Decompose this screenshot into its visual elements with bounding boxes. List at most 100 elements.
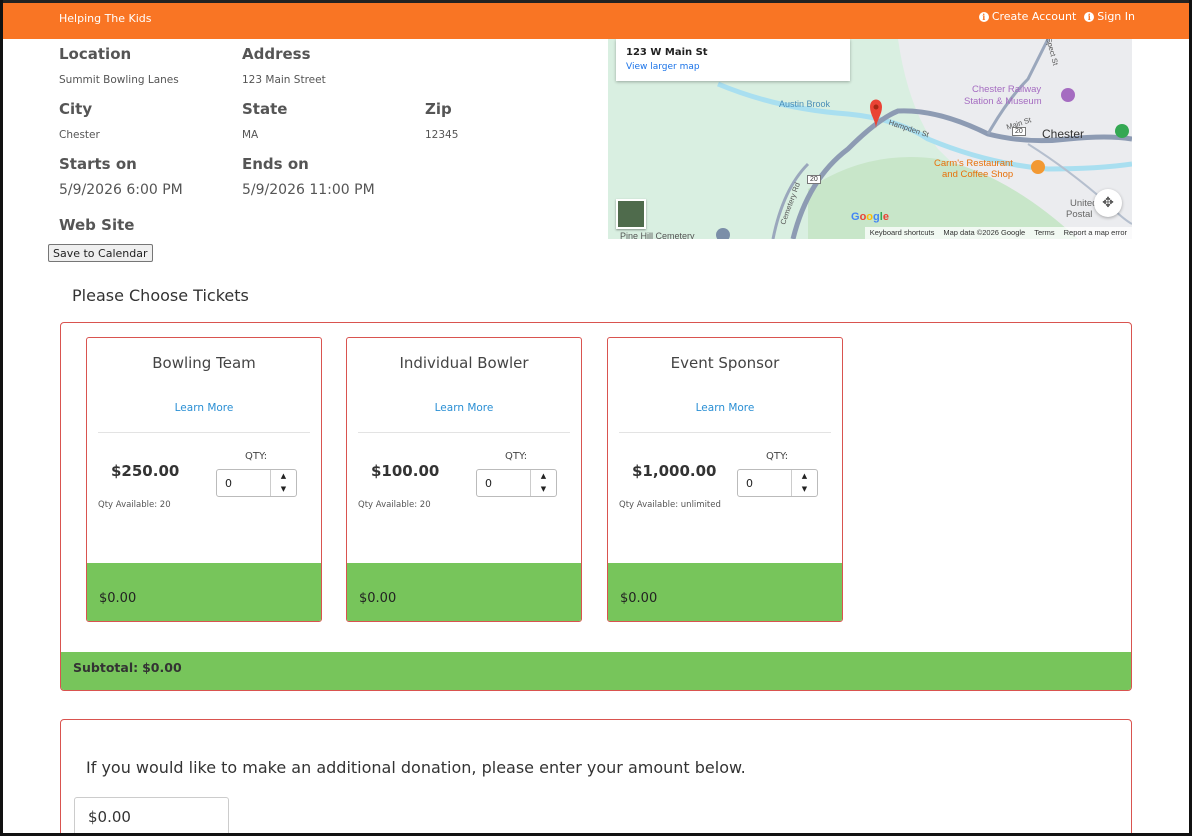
satellite-toggle[interactable]: [616, 199, 646, 229]
increment-arrow-icon[interactable]: ▲: [271, 470, 296, 483]
ticket-total: $0.00: [99, 591, 137, 606]
ticket-card: Individual Bowler Learn More $100.00 Qty…: [346, 337, 582, 622]
map-label-chester: Chester: [1042, 127, 1085, 141]
ticket-price: $100.00: [371, 462, 440, 480]
learn-more-link[interactable]: Learn More: [608, 402, 842, 414]
tickets-panel: Bowling Team Learn More $250.00 Qty Avai…: [60, 322, 1132, 691]
tickets-heading: Please Choose Tickets: [72, 286, 249, 305]
address-value: 123 Main Street: [242, 74, 326, 86]
map-address: 123 W Main St: [626, 47, 708, 58]
city-label: City: [59, 100, 93, 118]
ticket-name: Event Sponsor: [670, 354, 780, 372]
ticket-total: $0.00: [359, 591, 397, 606]
map-info-card: 123 W Main St View larger map: [616, 39, 850, 81]
learn-more-link[interactable]: Learn More: [347, 402, 581, 414]
zip-field: Zip 12345: [425, 100, 458, 141]
map-data-attribution: Map data ©2026 Google: [943, 228, 1026, 237]
ticket-total-bar: $0.00: [608, 563, 842, 621]
map-label-restaurant-line1: Carm's Restaurant: [934, 158, 1013, 169]
location-field: Location Summit Bowling Lanes: [59, 45, 179, 86]
account-nav: i Create Account i Sign In: [978, 10, 1135, 23]
increment-arrow-icon[interactable]: ▲: [531, 470, 556, 483]
quantity-input[interactable]: [738, 470, 792, 496]
sign-in-label: Sign In: [1097, 10, 1135, 23]
qty-label: QTY:: [766, 451, 789, 462]
map-pan-control-icon[interactable]: ✥: [1094, 189, 1122, 217]
park-icon[interactable]: [1115, 124, 1129, 138]
restaurant-icon[interactable]: [1031, 160, 1045, 174]
divider: [98, 432, 310, 433]
state-value: MA: [242, 129, 259, 141]
qty-label: QTY:: [245, 451, 268, 462]
decrement-arrow-icon[interactable]: ▼: [271, 483, 296, 496]
ends-field: Ends on 5/9/2026 11:00 PM: [242, 155, 375, 198]
museum-icon[interactable]: [1061, 88, 1075, 102]
top-nav-bar: Helping The Kids i Create Account i Sign…: [0, 0, 1192, 39]
route-20-shield-east: 20: [1012, 127, 1026, 136]
google-logo: Google: [851, 211, 889, 223]
quantity-stepper: ▲ ▼: [737, 469, 818, 497]
state-field: State MA: [242, 100, 287, 141]
map-label-austin-brook: Austin Brook: [779, 99, 831, 109]
ticket-card: Bowling Team Learn More $250.00 Qty Avai…: [86, 337, 322, 622]
map-embed[interactable]: Austin Brook Chester Railway Station & M…: [608, 39, 1132, 239]
qty-available: Qty Available: unlimited: [619, 500, 721, 510]
divider: [358, 432, 570, 433]
create-account-link[interactable]: i Create Account: [978, 10, 1077, 23]
starts-label: Starts on: [59, 155, 137, 173]
view-larger-map-link[interactable]: View larger map: [626, 62, 840, 72]
create-account-label: Create Account: [991, 10, 1077, 23]
city-value: Chester: [59, 129, 100, 141]
sign-in-link[interactable]: i Sign In: [1084, 10, 1135, 23]
save-to-calendar-button[interactable]: Save to Calendar: [48, 244, 153, 262]
report-map-error-link[interactable]: Report a map error: [1064, 228, 1127, 238]
brand-link[interactable]: Helping The Kids: [59, 12, 152, 25]
subtotal-bar: Subtotal: $0.00: [61, 652, 1131, 690]
website-label: Web Site: [59, 216, 135, 234]
ends-value: 5/9/2026 11:00 PM: [242, 182, 375, 198]
increment-arrow-icon[interactable]: ▲: [792, 470, 817, 483]
ticket-total-bar: $0.00: [87, 563, 321, 621]
zip-label: Zip: [425, 100, 452, 118]
route-20-shield: 20: [807, 175, 821, 184]
info-icon: i: [978, 11, 989, 22]
quantity-stepper: ▲ ▼: [476, 469, 557, 497]
map-label-restaurant-line2: and Coffee Shop: [942, 169, 1014, 180]
keyboard-shortcuts-link[interactable]: Keyboard shortcuts: [870, 228, 935, 238]
decrement-arrow-icon[interactable]: ▼: [531, 483, 556, 496]
qty-label: QTY:: [505, 451, 528, 462]
decrement-arrow-icon[interactable]: ▼: [792, 483, 817, 496]
address-field: Address 123 Main Street: [242, 45, 326, 86]
location-value: Summit Bowling Lanes: [59, 74, 179, 86]
spinner: ▲ ▼: [530, 470, 556, 496]
quantity-stepper: ▲ ▼: [216, 469, 297, 497]
donation-panel: If you would like to make an additional …: [60, 719, 1132, 836]
spinner: ▲ ▼: [791, 470, 817, 496]
qty-available: Qty Available: 20: [98, 500, 171, 510]
address-label: Address: [242, 45, 311, 63]
ticket-total-bar: $0.00: [347, 563, 581, 621]
donation-prompt: If you would like to make an additional …: [86, 758, 746, 777]
starts-value: 5/9/2026 6:00 PM: [59, 182, 183, 198]
donation-amount-input[interactable]: [74, 797, 229, 836]
ticket-name: Bowling Team: [152, 354, 256, 372]
qty-available: Qty Available: 20: [358, 500, 431, 510]
divider: [619, 432, 831, 433]
map-label-railway-line2: Station & Museum: [964, 96, 1042, 107]
ticket-name: Individual Bowler: [399, 354, 529, 372]
subtotal-value: $0.00: [142, 660, 182, 675]
info-icon: i: [1084, 11, 1095, 22]
quantity-input[interactable]: [477, 470, 531, 496]
ends-label: Ends on: [242, 155, 309, 173]
city-field: City Chester: [59, 100, 100, 141]
terms-link[interactable]: Terms: [1034, 228, 1054, 238]
map-label-pine-hill: Pine Hill Cemetery: [620, 231, 695, 239]
zip-value: 12345: [425, 129, 459, 141]
ticket-total: $0.00: [620, 591, 658, 606]
map-footer: Keyboard shortcuts Map data ©2026 Google…: [864, 227, 1132, 239]
quantity-input[interactable]: [217, 470, 271, 496]
starts-field: Starts on 5/9/2026 6:00 PM: [59, 155, 183, 198]
learn-more-link[interactable]: Learn More: [87, 402, 321, 414]
ticket-card: Event Sponsor Learn More $1,000.00 Qty A…: [607, 337, 843, 622]
map-label-railway-line1: Chester Railway: [972, 84, 1042, 95]
